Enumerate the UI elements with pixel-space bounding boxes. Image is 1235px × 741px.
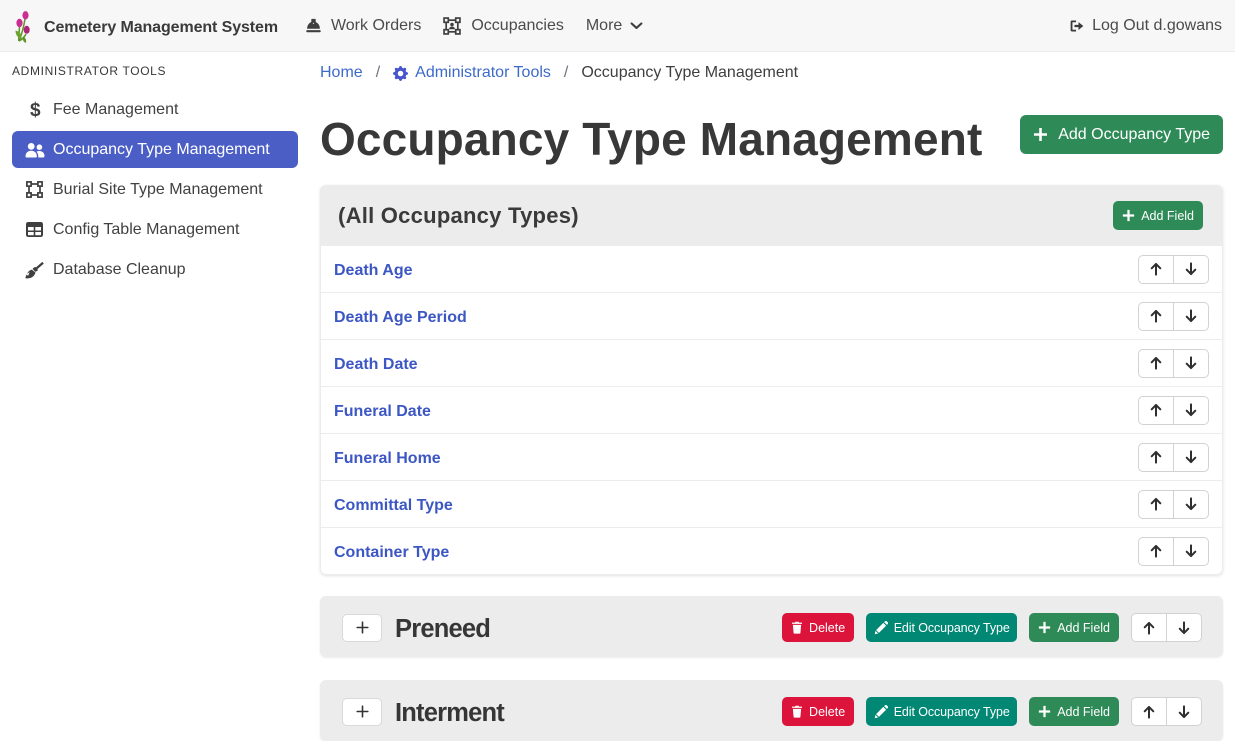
svg-text:$: $ xyxy=(30,100,41,119)
